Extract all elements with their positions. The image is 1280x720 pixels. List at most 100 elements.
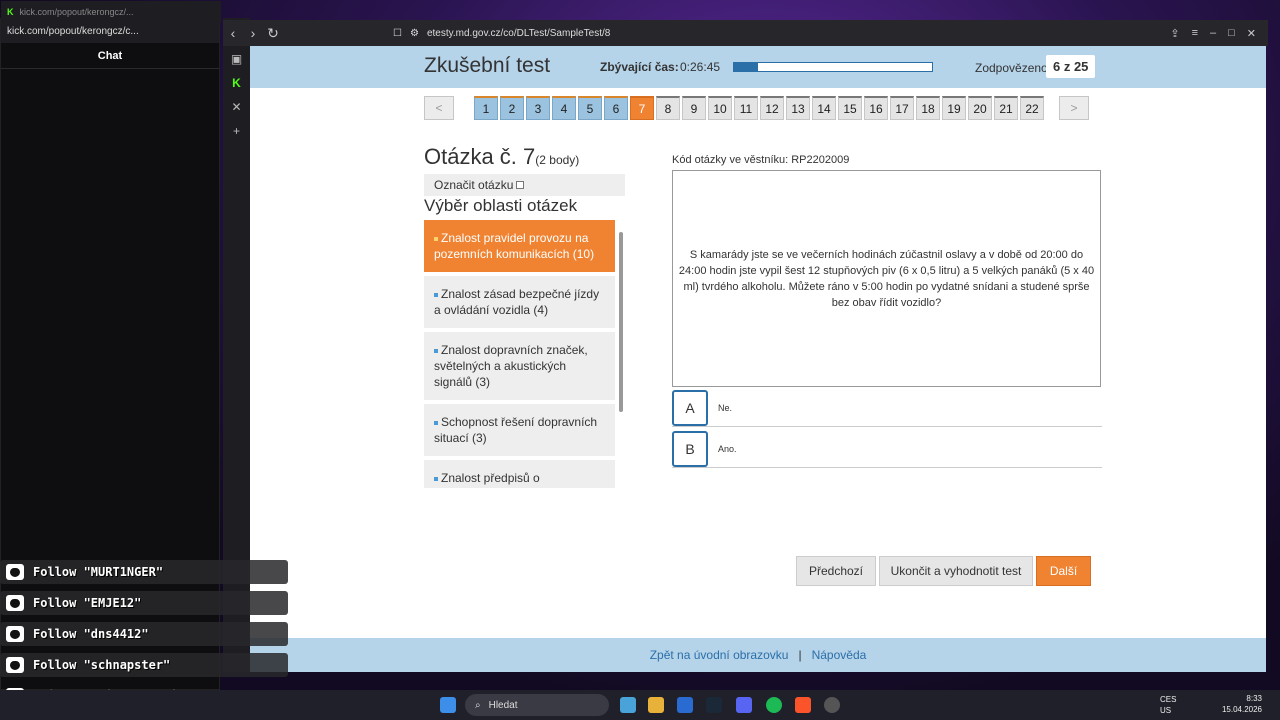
area-item[interactable]: Znalost dopravních značek, světelných a … xyxy=(424,332,615,404)
areas-title: Výběr oblasti otázek xyxy=(424,196,578,215)
question-text: S kamarády jste se ve večerních hodinách… xyxy=(672,170,1101,387)
maximize-icon[interactable]: □ xyxy=(1228,27,1235,40)
question-button[interactable]: 21 xyxy=(994,96,1018,120)
lang-text: CES xyxy=(1160,695,1177,704)
question-button[interactable]: 16 xyxy=(864,96,888,120)
question-button[interactable]: 7 xyxy=(630,96,654,120)
answer-text[interactable]: Ne. xyxy=(718,403,732,413)
taskbar-search[interactable]: ⌕ Hledat xyxy=(465,694,609,716)
kick-url[interactable]: kick.com/popout/kerongcz/c... xyxy=(7,26,139,37)
area-item[interactable]: Schopnost řešení dopravních situací (3) xyxy=(424,404,615,460)
share-icon[interactable]: ⇪ xyxy=(1170,27,1179,40)
home-link[interactable]: Zpět na úvodní obrazovku xyxy=(650,648,789,662)
start-icon[interactable] xyxy=(440,697,456,713)
test-page: Zkušební test Zbývající čas: 0:26:45 Zod… xyxy=(250,46,1266,672)
back-icon[interactable]: ‹ xyxy=(223,25,243,41)
mark-question[interactable]: Označit otázku xyxy=(424,174,625,196)
reload-icon[interactable]: ↻ xyxy=(263,25,283,42)
area-label: Znalost pravidel provozu na pozemních ko… xyxy=(434,231,595,261)
kick-tab-title[interactable]: kick.com/popout/kerongcz/... xyxy=(20,7,134,17)
answer-letter[interactable]: B xyxy=(672,430,708,467)
question-navigation: <1 2 3 4 5 6 7 8 9 10 11 12 13 14 15 16 17 18 19 20 21 22 > xyxy=(424,96,1092,122)
language-indicator[interactable]: CES US xyxy=(1160,694,1176,716)
sidebar-add-icon[interactable]: + xyxy=(233,124,240,138)
file-explorer-icon[interactable] xyxy=(648,697,664,713)
question-button[interactable]: 17 xyxy=(890,96,914,120)
mark-question-label: Označit otázku xyxy=(434,178,514,192)
bullet-icon xyxy=(434,420,438,425)
steam-icon[interactable] xyxy=(706,697,722,713)
question-button[interactable]: 4 xyxy=(552,96,576,120)
question-button[interactable]: 8 xyxy=(656,96,680,120)
answered-label: Zodpovězeno xyxy=(975,61,1048,75)
minimize-icon[interactable]: – xyxy=(1210,27,1216,40)
page-title: Zkušební test xyxy=(424,54,551,77)
address-bar[interactable]: ☐ ⚙ etesty.md.gov.cz/co/DLTest/SampleTes… xyxy=(393,28,610,39)
question-button[interactable]: 1 xyxy=(474,96,498,120)
question-button[interactable]: 10 xyxy=(708,96,732,120)
time-value: 0:26:45 xyxy=(680,60,721,74)
next-question-button[interactable]: > xyxy=(1059,96,1089,120)
finish-test-button[interactable]: Ukončit a vyhodnotit test xyxy=(879,556,1033,586)
question-button[interactable]: 9 xyxy=(682,96,706,120)
next-button[interactable]: Další xyxy=(1036,556,1091,586)
question-button[interactable]: 14 xyxy=(812,96,836,120)
area-label: Znalost předpisů o podmínkách provozu vo… xyxy=(434,471,604,488)
prev-question-button[interactable]: < xyxy=(424,96,454,120)
area-item[interactable]: Znalost předpisů o podmínkách provozu vo… xyxy=(424,460,615,488)
app-icon[interactable] xyxy=(824,697,840,713)
area-label: Schopnost řešení dopravních situací (3) xyxy=(434,415,598,445)
answer-option-a[interactable]: A Ne. xyxy=(672,389,1102,427)
forward-icon[interactable]: › xyxy=(243,25,263,41)
brave-icon[interactable] xyxy=(795,697,811,713)
discord-icon[interactable] xyxy=(736,697,752,713)
sidebar-kick-icon[interactable]: K xyxy=(232,76,241,90)
answer-letter[interactable]: A xyxy=(672,389,708,426)
url-text[interactable]: etesty.md.gov.cz/co/DLTest/SampleTest/8 xyxy=(427,28,610,39)
bookmark-icon[interactable]: ☐ xyxy=(393,28,402,39)
area-label: Znalost zásad bezpečné jízdy a ovládání … xyxy=(434,287,600,317)
footer-separator: | xyxy=(798,648,802,662)
bullet-icon xyxy=(434,292,438,297)
area-item[interactable]: Znalost pravidel provozu na pozemních ko… xyxy=(424,220,615,276)
time-progress-bar xyxy=(733,62,933,72)
menu-icon[interactable]: ≡ xyxy=(1192,27,1198,40)
question-button[interactable]: 13 xyxy=(786,96,810,120)
app-icon[interactable] xyxy=(677,697,693,713)
area-label: Znalost dopravních značek, světelných a … xyxy=(434,343,588,389)
question-button[interactable]: 19 xyxy=(942,96,966,120)
areas-scrollbar[interactable] xyxy=(617,220,625,488)
areas-scrollbar-thumb[interactable] xyxy=(619,232,623,412)
question-button[interactable]: 3 xyxy=(526,96,550,120)
question-code: Kód otázky ve věstníku: RP2202009 xyxy=(672,154,850,166)
close-window-icon[interactable]: ✕ xyxy=(1247,27,1256,40)
heart-icon xyxy=(6,595,24,611)
question-button[interactable]: 11 xyxy=(734,96,758,120)
question-button[interactable]: 18 xyxy=(916,96,940,120)
sidebar-panel-icon[interactable]: ▣ xyxy=(231,52,242,66)
time-label: Zbývající čas: xyxy=(600,60,679,74)
question-button[interactable]: 6 xyxy=(604,96,628,120)
taskview-icon[interactable] xyxy=(620,697,636,713)
clock[interactable]: 8:33 15.04.2026 xyxy=(1222,693,1262,715)
question-button[interactable]: 2 xyxy=(500,96,524,120)
help-link[interactable]: Nápověda xyxy=(812,648,867,662)
spotify-icon[interactable] xyxy=(766,697,782,713)
question-button[interactable]: 22 xyxy=(1020,96,1044,120)
question-button[interactable]: 5 xyxy=(578,96,602,120)
search-label: Hledat xyxy=(488,699,518,711)
previous-button[interactable]: Předchozí xyxy=(796,556,876,586)
mark-question-checkbox[interactable] xyxy=(516,181,525,189)
answer-text[interactable]: Ano. xyxy=(718,444,737,454)
bullet-icon xyxy=(434,476,438,481)
alert-overlay: Follow "dns4412" xyxy=(0,622,288,646)
answer-option-b[interactable]: B Ano. xyxy=(672,430,1102,468)
question-button[interactable]: 15 xyxy=(838,96,862,120)
question-button[interactable]: 20 xyxy=(968,96,992,120)
area-item[interactable]: Znalost zásad bezpečné jízdy a ovládání … xyxy=(424,276,615,332)
test-header: Zkušební test Zbývající čas: 0:26:45 Zod… xyxy=(250,46,1266,88)
sidebar-close-icon[interactable]: ✕ xyxy=(231,100,241,114)
question-button[interactable]: 12 xyxy=(760,96,784,120)
site-info-icon[interactable]: ⚙ xyxy=(410,28,419,39)
footer: Zpět na úvodní obrazovku | Nápověda xyxy=(250,638,1266,672)
